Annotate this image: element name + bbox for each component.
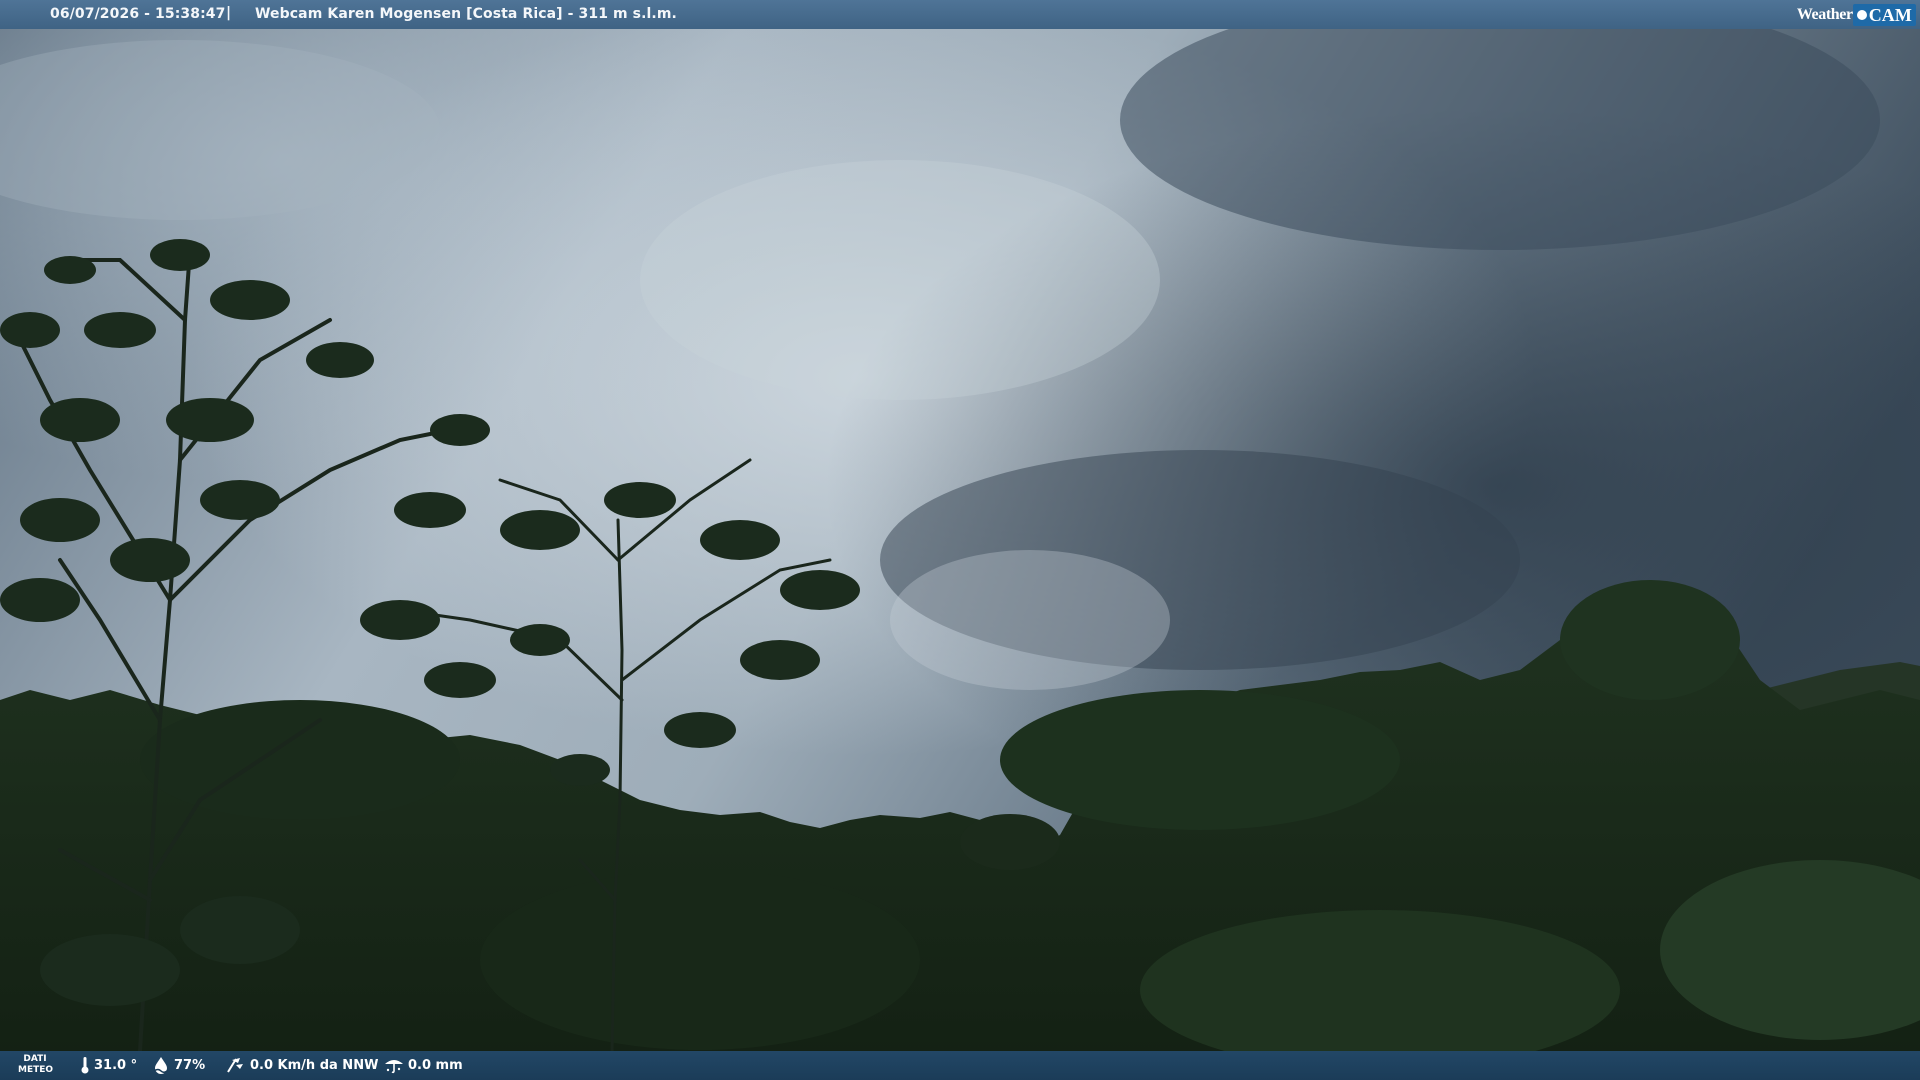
- temperature-reading: 31.0 °: [80, 1056, 137, 1074]
- humidity-reading: 77%: [152, 1056, 205, 1074]
- separator: |: [226, 5, 232, 21]
- weather-data-bar: DATI METEO 31.0 ° 77% 0.0 Km/h da NNW 0.…: [0, 1051, 1920, 1080]
- rain-value: 0.0 mm: [408, 1057, 463, 1073]
- wind-icon: [227, 1058, 243, 1073]
- logo-cam-badge: CAM: [1852, 3, 1916, 26]
- weather-section-label: DATI METEO: [18, 1054, 54, 1076]
- weather-label-line1: DATI: [23, 1054, 47, 1064]
- wind-value: 0.0 Km/h da NNW: [250, 1057, 379, 1073]
- logo-text-weather: Weather: [1796, 5, 1853, 23]
- humidity-value: 77%: [174, 1057, 206, 1073]
- webcam-image: [0, 0, 1920, 1080]
- timestamp: 06/07/2026 - 15:38:47: [50, 6, 226, 22]
- logo-text-cam: CAM: [1868, 4, 1912, 25]
- weather-label-line2: METEO: [18, 1065, 54, 1075]
- rain-icon: [385, 1060, 403, 1074]
- rain-reading: 0.0 mm: [384, 1056, 463, 1074]
- top-info-bar: 06/07/2026 - 15:38:47 | Webcam Karen Mog…: [0, 0, 1920, 29]
- humidity-icon: [153, 1057, 169, 1074]
- weathercam-logo: Weather CAM: [1797, 2, 1916, 27]
- temperature-value: 31.0 °: [94, 1057, 138, 1073]
- webcam-title: Webcam Karen Mogensen [Costa Rica] - 311…: [255, 6, 677, 22]
- thermometer-icon: [81, 1057, 89, 1074]
- wind-reading: 0.0 Km/h da NNW: [226, 1056, 378, 1074]
- logo-dot-icon: [1856, 10, 1867, 20]
